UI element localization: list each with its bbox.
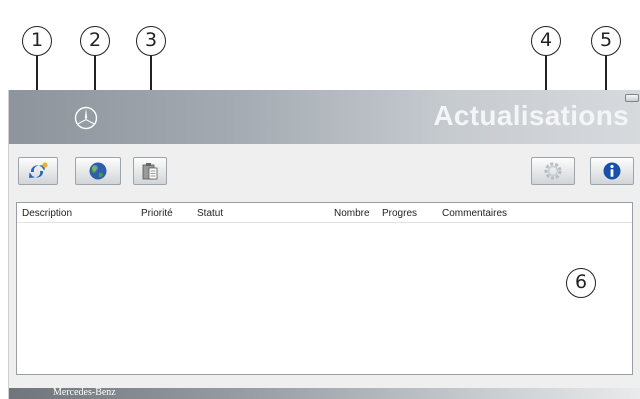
column-count[interactable]: Nombre [334,208,370,219]
list-header: Description Priorité Statut Nombre Progr… [17,203,632,223]
minimize-button[interactable] [625,94,639,102]
globe-button[interactable] [75,157,121,185]
title-banner: Actualisations [9,90,640,144]
brand-footer: Mercedes-Benz [53,387,116,398]
callout-4: 4 [531,26,561,56]
callout-1: 1 [22,26,52,56]
info-button[interactable] [590,157,634,185]
screenshot-stage: 1 2 3 4 5 Actualisations Description Pri… [0,0,640,399]
globe-icon [89,162,107,180]
update-window: Actualisations Description Priorité Stat… [8,90,640,399]
column-priority[interactable]: Priorité [141,208,173,219]
refresh-button[interactable] [18,157,58,185]
settings-button[interactable] [531,157,575,185]
updates-list[interactable]: Description Priorité Statut Nombre Progr… [16,202,633,375]
column-description[interactable]: Description [22,208,72,219]
column-progress[interactable]: Progres [382,208,417,219]
callout-6: 6 [566,268,596,298]
callout-5: 5 [591,26,621,56]
callout-2: 2 [80,26,110,56]
column-status[interactable]: Statut [197,208,223,219]
refresh-icon [29,162,48,178]
footer-bar: Mercedes-Benz [9,387,640,399]
info-icon [603,162,621,180]
callout-3: 3 [136,26,166,56]
clipboard-icon [142,163,158,180]
window-title: Actualisations [433,100,629,131]
clipboard-button[interactable] [133,157,167,185]
column-comments[interactable]: Commentaires [442,208,507,219]
gear-icon [544,162,562,180]
mercedes-star-logo [74,106,98,130]
